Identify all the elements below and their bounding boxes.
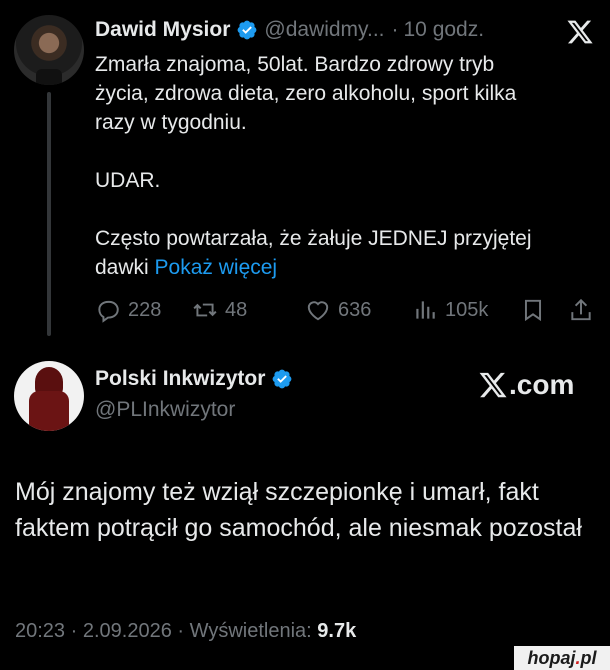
meta-separator: · — [177, 620, 185, 642]
share-button[interactable] — [568, 294, 601, 326]
tweet-text: Zmarła znajoma, 50lat. Bardzo zdrowy try… — [95, 50, 595, 282]
speech-bubble-icon — [98, 300, 119, 323]
like-button[interactable]: 636 — [305, 294, 371, 326]
meta-separator: · — [70, 620, 78, 642]
retweet-count: 48 — [225, 298, 248, 321]
reply-date[interactable]: 2.09.2026 — [83, 620, 172, 642]
reply-author-handle[interactable]: @PLInkwizytor — [95, 398, 235, 422]
author-avatar[interactable] — [14, 15, 84, 85]
microphone-icon — [36, 69, 62, 85]
tweet-line: Zmarła znajoma, 50lat. Bardzo zdrowy try… — [95, 53, 495, 76]
tweet-line: życia, zdrowa dieta, zero alkoholu, spor… — [95, 82, 517, 105]
views-count: 105k — [445, 298, 489, 321]
watermark-tld: pl — [580, 647, 597, 668]
tweet-time[interactable]: 10 godz. — [404, 18, 485, 42]
heart-icon — [307, 301, 329, 321]
reply-author-avatar[interactable] — [14, 361, 84, 431]
share-icon — [571, 298, 591, 321]
like-count: 636 — [338, 298, 372, 321]
reply-time[interactable]: 20:23 — [15, 620, 65, 642]
tweet-line: dawki — [95, 256, 149, 279]
reply-button[interactable]: 228 — [95, 294, 161, 326]
header-separator: · — [391, 18, 399, 41]
verified-badge-icon — [271, 368, 293, 390]
reply-views-count: 9.7k — [317, 620, 357, 642]
show-more-link[interactable]: Pokaż więcej — [155, 256, 278, 279]
x-com-logo[interactable]: .com — [478, 368, 574, 402]
bookmark-button[interactable] — [520, 294, 553, 326]
reply-author-name[interactable]: Polski Inkwizytor — [95, 367, 265, 391]
bookmark-icon — [524, 299, 542, 322]
tweet-header: Dawid Mysior @dawidmy... · 10 godz. — [95, 14, 484, 46]
views-label: Wyświetlenia: — [189, 620, 312, 642]
x-com-label: .com — [509, 369, 575, 400]
reply-header: Polski Inkwizytor — [95, 367, 299, 391]
reply-meta: 20:23 · 2.09.2026 · Wyświetlenia: 9.7k — [15, 620, 356, 643]
verified-badge-icon — [236, 19, 258, 41]
x-logo-icon — [479, 372, 507, 398]
tweet-line-last: dawki Pokaż więcej — [95, 253, 595, 282]
author-handle[interactable]: @dawidmy... — [264, 18, 384, 42]
tweet-line: Często powtarzała, że żałuje JEDNEJ przy… — [95, 227, 532, 250]
reply-text: Mój znajomy też wziął szczepionkę i umar… — [15, 478, 582, 542]
author-name[interactable]: Dawid Mysior — [95, 18, 230, 42]
tweet-line: UDAR. — [95, 169, 161, 192]
thread-connector-line — [47, 92, 51, 336]
original-tweet[interactable]: Dawid Mysior @dawidmy... · 10 godz. Zmar… — [0, 0, 610, 345]
site-watermark: hopaj. pl — [514, 646, 610, 670]
tweet-line: razy w tygodniu. — [95, 111, 247, 134]
retweet-button[interactable]: 48 — [192, 294, 247, 326]
views-button[interactable]: 105k — [412, 294, 488, 326]
x-logo-icon[interactable] — [566, 18, 594, 46]
reply-count: 228 — [128, 298, 162, 321]
retweet-icon — [193, 303, 217, 317]
watermark-main: hopaj — [527, 647, 576, 668]
tweet-actions: 228 48 636 105k — [95, 294, 595, 326]
robe-shape — [29, 391, 69, 431]
bar-chart-icon — [416, 301, 435, 319]
